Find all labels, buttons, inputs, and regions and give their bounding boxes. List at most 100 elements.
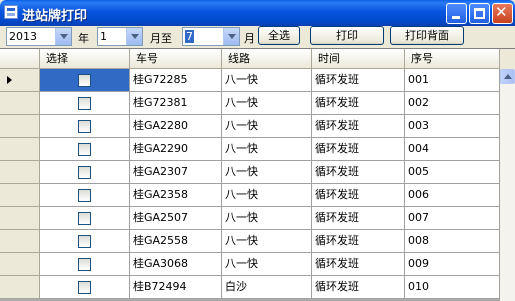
close-button[interactable]: ✕	[492, 3, 513, 24]
plate-cell[interactable]: 桂B72494	[130, 276, 222, 299]
time-cell[interactable]: 循环发班	[312, 115, 405, 138]
select-cell[interactable]	[40, 92, 130, 115]
table-row[interactable]: 桂GA2290 八一快 循环发班 004	[0, 138, 500, 161]
row-checkbox[interactable]	[78, 212, 91, 225]
seq-cell[interactable]: 006	[405, 184, 500, 207]
seq-cell[interactable]: 010	[405, 276, 500, 299]
time-cell[interactable]: 循环发班	[312, 276, 405, 299]
row-checkbox[interactable]	[78, 281, 91, 294]
select-cell[interactable]	[40, 207, 130, 230]
row-header[interactable]	[0, 230, 40, 253]
title-bar[interactable]: 进站牌打印 ✕	[0, 0, 515, 26]
row-header[interactable]	[0, 253, 40, 276]
select-cell[interactable]	[40, 138, 130, 161]
month-from-select[interactable]: 1	[97, 27, 143, 46]
route-cell[interactable]: 白沙	[222, 276, 312, 299]
row-header[interactable]	[0, 69, 40, 92]
select-cell[interactable]	[40, 69, 130, 92]
print-button[interactable]: 打印	[310, 26, 384, 45]
table-row[interactable]: 桂B72494 白沙 循环发班 010	[0, 276, 500, 299]
maximize-button[interactable]	[469, 3, 490, 24]
column-header-time[interactable]: 时间	[312, 49, 405, 69]
column-header-select[interactable]: 选择	[40, 49, 130, 69]
time-cell[interactable]: 循环发班	[312, 161, 405, 184]
bus-list-grid[interactable]: 选择 车号 线路 时间 序号 桂G72285 八一快 循环发班 001 桂G72381 八…	[0, 48, 515, 301]
route-cell[interactable]: 八一快	[222, 92, 312, 115]
print-back-button[interactable]: 打印背面	[390, 26, 464, 45]
row-checkbox[interactable]	[78, 235, 91, 248]
route-cell[interactable]: 八一快	[222, 230, 312, 253]
vertical-scrollbar[interactable]	[500, 69, 515, 301]
row-checkbox[interactable]	[78, 143, 91, 156]
column-header-seq[interactable]: 序号	[405, 49, 500, 69]
row-checkbox[interactable]	[78, 97, 91, 110]
time-cell[interactable]: 循环发班	[312, 69, 405, 92]
select-cell[interactable]	[40, 276, 130, 299]
table-row[interactable]: 桂GA2558 八一快 循环发班 008	[0, 230, 500, 253]
time-cell[interactable]: 循环发班	[312, 230, 405, 253]
table-row[interactable]: 桂G72381 八一快 循环发班 002	[0, 92, 500, 115]
route-cell[interactable]: 八一快	[222, 184, 312, 207]
plate-cell[interactable]: 桂GA3068	[130, 253, 222, 276]
seq-cell[interactable]: 008	[405, 230, 500, 253]
select-all-button[interactable]: 全选	[258, 26, 300, 45]
app-icon[interactable]	[4, 5, 18, 19]
seq-cell[interactable]: 003	[405, 115, 500, 138]
row-checkbox[interactable]	[78, 258, 91, 271]
plate-cell[interactable]: 桂G72285	[130, 69, 222, 92]
table-row[interactable]: 桂GA3068 八一快 循环发班 009	[0, 253, 500, 276]
plate-cell[interactable]: 桂GA2558	[130, 230, 222, 253]
row-header[interactable]	[0, 161, 40, 184]
row-checkbox[interactable]	[78, 189, 91, 202]
route-cell[interactable]: 八一快	[222, 138, 312, 161]
time-cell[interactable]: 循环发班	[312, 184, 405, 207]
row-header[interactable]	[0, 92, 40, 115]
table-row[interactable]: 桂G72285 八一快 循环发班 001	[0, 69, 500, 92]
select-cell[interactable]	[40, 115, 130, 138]
route-cell[interactable]: 八一快	[222, 207, 312, 230]
select-cell[interactable]	[40, 184, 130, 207]
select-cell[interactable]	[40, 230, 130, 253]
month-to-select[interactable]: 7	[182, 27, 240, 46]
column-header-plate[interactable]: 车号	[130, 49, 222, 69]
chevron-down-icon[interactable]	[55, 28, 71, 45]
table-row[interactable]: 桂GA2507 八一快 循环发班 007	[0, 207, 500, 230]
seq-cell[interactable]: 005	[405, 161, 500, 184]
row-header[interactable]	[0, 138, 40, 161]
plate-cell[interactable]: 桂G72381	[130, 92, 222, 115]
row-header[interactable]	[0, 207, 40, 230]
minimize-button[interactable]	[446, 3, 467, 24]
plate-cell[interactable]: 桂GA2507	[130, 207, 222, 230]
route-cell[interactable]: 八一快	[222, 161, 312, 184]
table-row[interactable]: 桂GA2307 八一快 循环发班 005	[0, 161, 500, 184]
table-row[interactable]: 桂GA2280 八一快 循环发班 003	[0, 115, 500, 138]
seq-cell[interactable]: 001	[405, 69, 500, 92]
row-header[interactable]	[0, 115, 40, 138]
table-row[interactable]: 桂GA2358 八一快 循环发班 006	[0, 184, 500, 207]
time-cell[interactable]: 循环发班	[312, 207, 405, 230]
select-cell[interactable]	[40, 161, 130, 184]
seq-cell[interactable]: 007	[405, 207, 500, 230]
row-checkbox[interactable]	[78, 74, 91, 87]
route-cell[interactable]: 八一快	[222, 69, 312, 92]
seq-cell[interactable]: 002	[405, 92, 500, 115]
plate-cell[interactable]: 桂GA2280	[130, 115, 222, 138]
row-checkbox[interactable]	[78, 166, 91, 179]
plate-cell[interactable]: 桂GA2307	[130, 161, 222, 184]
seq-cell[interactable]: 009	[405, 253, 500, 276]
seq-cell[interactable]: 004	[405, 138, 500, 161]
scroll-up-button[interactable]	[500, 69, 515, 84]
select-cell[interactable]	[40, 253, 130, 276]
chevron-down-icon[interactable]	[126, 28, 142, 45]
route-cell[interactable]: 八一快	[222, 115, 312, 138]
row-header[interactable]	[0, 276, 40, 299]
plate-cell[interactable]: 桂GA2358	[130, 184, 222, 207]
row-header[interactable]	[0, 184, 40, 207]
chevron-down-icon[interactable]	[223, 28, 239, 45]
row-checkbox[interactable]	[78, 120, 91, 133]
time-cell[interactable]: 循环发班	[312, 253, 405, 276]
time-cell[interactable]: 循环发班	[312, 92, 405, 115]
column-header-route[interactable]: 线路	[222, 49, 312, 69]
time-cell[interactable]: 循环发班	[312, 138, 405, 161]
plate-cell[interactable]: 桂GA2290	[130, 138, 222, 161]
